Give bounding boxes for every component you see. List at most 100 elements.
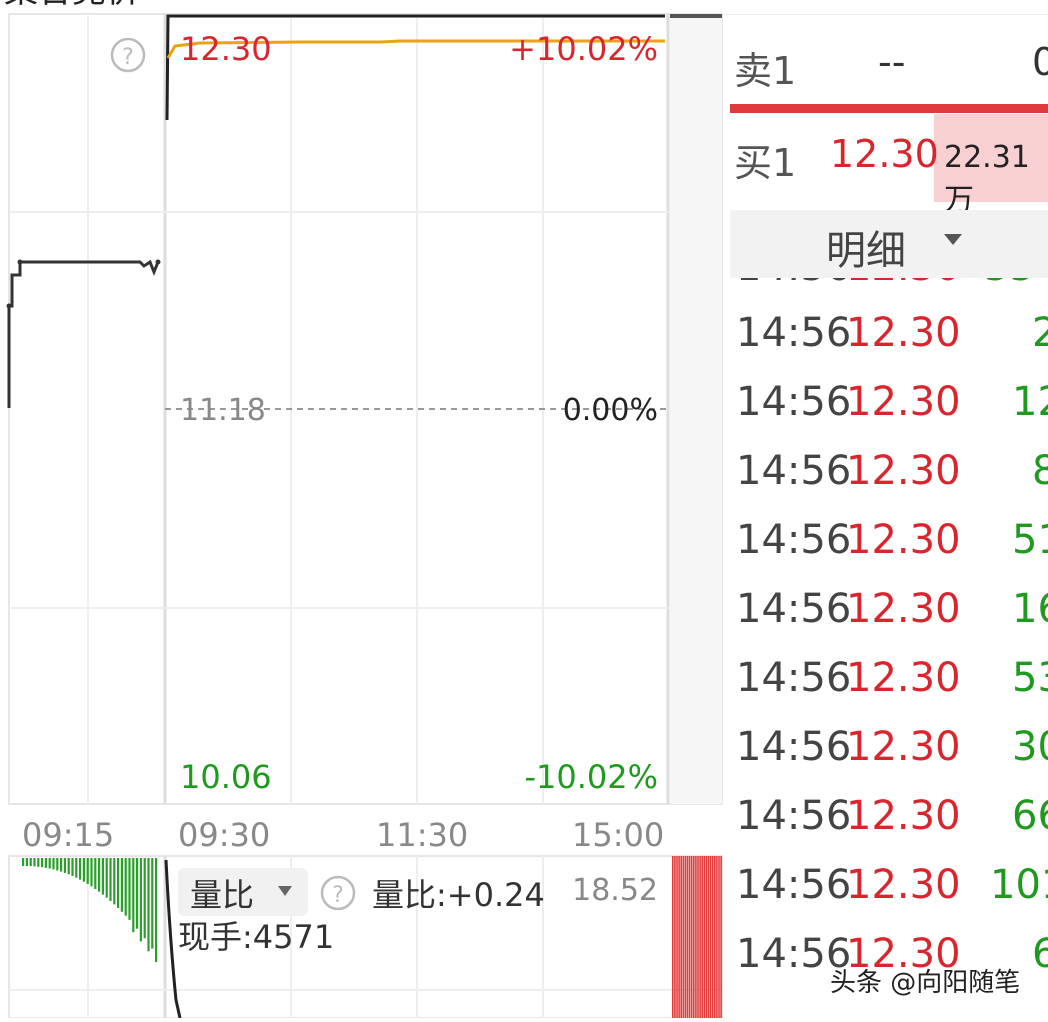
auction-point (17, 259, 23, 265)
volume-bar (699, 856, 701, 1018)
help-icon[interactable]: ? (110, 37, 146, 73)
table-row: 14:56 12.30 51 (726, 517, 1048, 585)
buy1-volume: 22.31万 (944, 140, 1030, 218)
volume-bar (48, 858, 51, 869)
volume-bar (124, 858, 127, 916)
auction-volume-bars (22, 858, 158, 962)
volume-bar (695, 856, 697, 1018)
volume-bar (44, 858, 47, 868)
auction-price-line (7, 259, 160, 408)
trade-volume: 8 (1032, 448, 1048, 494)
trade-price: 12.30 (846, 448, 961, 494)
trade-detail-list[interactable]: 14:5612.3055 14:56 12.30 2 14:56 12.30 1… (726, 278, 1048, 1018)
trade-time: 14:56 (736, 448, 852, 494)
volume-bar (703, 856, 706, 1018)
svg-text:?: ? (122, 45, 134, 70)
volume-bar (718, 856, 720, 1018)
trade-time: 14:56 (736, 862, 852, 908)
volume-bar (672, 856, 674, 1018)
help-icon[interactable]: ? (320, 875, 356, 911)
volume-bar (60, 858, 63, 872)
volume-bar (136, 858, 139, 929)
volume-max-value: 18.52 (572, 873, 658, 908)
volume-bar (720, 856, 722, 1018)
svg-text:?: ? (332, 883, 344, 908)
trade-time: 14:56 (736, 655, 852, 701)
volume-bar (682, 856, 685, 1018)
volume-bar (701, 856, 703, 1018)
volume-bar (56, 858, 59, 871)
trade-time: 14:56 (736, 310, 852, 356)
limit-down-pct: -10.02% (524, 758, 658, 796)
bid-ask-divider (730, 104, 1048, 113)
trade-volume: 2 (1032, 310, 1048, 356)
volume-bar (120, 858, 123, 912)
table-row: 14:56 12.30 30 (726, 724, 1048, 792)
trade-price: 12.30 (846, 517, 961, 563)
volume-bar (705, 856, 708, 1018)
sell1-price: -- (878, 40, 906, 84)
table-row: 14:56 12.30 53 (726, 655, 1048, 723)
volume-bar (71, 858, 74, 876)
sell1-volume: 0 (1032, 40, 1048, 84)
trade-volume: 66 (1012, 793, 1048, 839)
table-row: 14:56 12.30 8 (726, 448, 1048, 516)
volume-bar (686, 856, 689, 1018)
volume-bar (707, 856, 710, 1018)
header-title: 集合竞价 (4, 0, 140, 11)
trade-price: 12.30 (846, 793, 961, 839)
volume-bar (79, 858, 82, 880)
volume-bar (37, 858, 40, 867)
volume-bar (678, 856, 680, 1018)
volume-bar (41, 858, 44, 868)
order-book-panel: 卖1 -- 0 买1 12.30 22.31万 明细 14:5612.3055 … (726, 0, 1048, 1018)
volume-bar (143, 858, 146, 939)
intraday-chart[interactable]: 集合竞价 ? 12.30 +10.02% (0, 0, 725, 1019)
trade-volume: 12 (1012, 379, 1048, 425)
volume-bar (128, 858, 131, 920)
trade-volume: 53 (1012, 655, 1048, 701)
table-row: 14:56 12.30 16 (726, 586, 1048, 654)
trade-volume: 30 (1012, 724, 1048, 770)
detail-tab-label: 明细 (826, 228, 906, 274)
buy1-label: 买1 (734, 141, 797, 185)
table-row: 14:5612.3055 (726, 278, 1048, 312)
volume-ratio-value: 量比:+0.24 (372, 876, 545, 914)
volume-bar (139, 858, 142, 942)
trade-time: 14:56 (736, 517, 852, 563)
volume-bar (680, 856, 682, 1018)
trade-price: 12.30 (846, 310, 961, 356)
volume-bar (674, 856, 676, 1018)
auction-point (155, 259, 161, 265)
buy1-price: 12.30 (830, 132, 939, 176)
sell1-label: 卖1 (734, 49, 797, 93)
trade-time: 14:56 (736, 724, 852, 770)
volume-bar (684, 856, 687, 1018)
volume-bar (105, 858, 108, 898)
volume-bar (151, 858, 154, 949)
table-row: 14:56 12.30 101 (726, 862, 1048, 930)
volume-bar (86, 858, 89, 884)
prev-close-pct: 0.00% (563, 393, 658, 428)
volume-bar (709, 856, 712, 1018)
volume-bar (716, 856, 718, 1018)
volume-bar (113, 858, 116, 905)
trade-price: 12.30 (846, 586, 961, 632)
volume-bar (711, 856, 714, 1018)
trade-price: 12.30 (846, 655, 961, 701)
after-hours-region (670, 14, 722, 804)
trade-time: 14:56 (736, 586, 852, 632)
time-label: 09:30 (178, 816, 270, 854)
volume-bar (94, 858, 97, 889)
divider (726, 14, 1048, 15)
trade-volume: 101 (990, 862, 1048, 908)
trade-volume: 6 (1032, 931, 1048, 977)
volume-bar (67, 858, 70, 875)
chart-svg: 集合竞价 ? 12.30 +10.02% (4, 0, 723, 1019)
detail-tab[interactable]: 明细 (730, 210, 1048, 278)
time-label: 15:00 (572, 816, 664, 854)
table-row: 14:56 12.30 66 (726, 793, 1048, 861)
trade-volume: 51 (1012, 517, 1048, 563)
current-hands: 现手:4571 (178, 918, 334, 956)
volume-bar (75, 858, 78, 878)
